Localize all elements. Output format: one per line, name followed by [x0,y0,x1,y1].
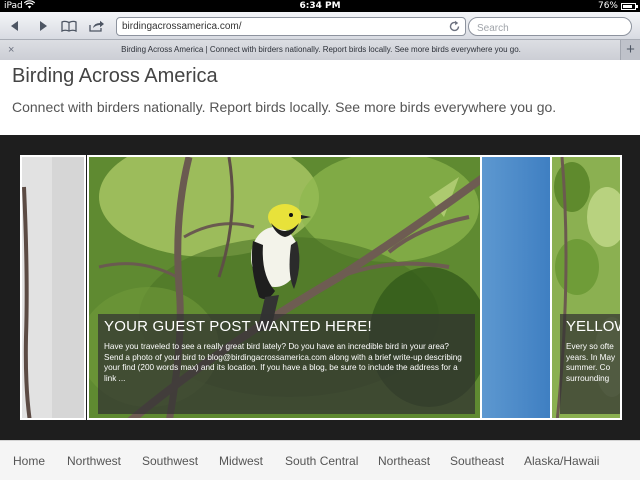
search-input[interactable] [477,20,617,37]
clock: 6:34 PM [299,1,341,11]
back-button[interactable] [6,17,24,35]
slide-caption[interactable]: YOUR GUEST POST WANTED HERE! Have you tr… [98,314,475,414]
slide-sky[interactable] [482,155,550,420]
forward-button[interactable] [34,17,52,35]
slide-title[interactable]: YOUR GUEST POST WANTED HERE! [104,318,372,335]
site-tagline: Connect with birders nationally. Report … [12,99,557,115]
nav-midwest[interactable]: Midwest [219,454,263,468]
slide-previous[interactable] [20,155,86,420]
nav-northwest[interactable]: Northwest [67,454,121,468]
nav-southeast[interactable]: Southeast [450,454,504,468]
nav-alaska-hawaii[interactable]: Alaska/Hawaii [524,454,599,468]
battery-percent: 76% [597,1,618,11]
site-title[interactable]: Birding Across America [12,65,218,88]
region-nav: Home Northwest Southwest Midwest South C… [0,440,640,480]
next-slide-caption[interactable]: YELLOW Every so ofte years. In May summe… [560,314,620,414]
slide-excerpt: Have you traveled to see a really great … [104,342,462,383]
address-bar[interactable]: birdingacrossamerica.com/ [116,17,466,36]
next-slide-title[interactable]: YELLOW [566,318,620,335]
share-button[interactable] [88,17,106,35]
close-tab-icon[interactable]: × [8,42,14,58]
featured-slider: YOUR GUEST POST WANTED HERE! Have you tr… [0,135,640,440]
new-tab-button[interactable]: + [620,40,640,60]
nav-southwest[interactable]: Southwest [142,454,198,468]
reload-icon[interactable] [448,20,461,33]
book-icon [61,20,77,32]
nav-northeast[interactable]: Northeast [378,454,430,468]
tab-active[interactable]: × Birding Across America | Connect with … [0,40,620,60]
tab-bar: × Birding Across America | Connect with … [0,40,640,60]
url-text: birdingacrossamerica.com/ [122,21,242,32]
search-field[interactable] [468,17,632,37]
back-arrow-icon [11,21,18,31]
battery-icon [621,3,638,10]
branch-image [22,157,84,418]
slide-next[interactable]: YELLOW Every so ofte years. In May summe… [550,155,622,420]
bookmarks-button[interactable] [60,17,78,35]
nav-south-central[interactable]: South Central [285,454,358,468]
next-slide-excerpt: Every so ofte years. In May summer. Co s… [566,342,616,383]
slide-current[interactable]: YOUR GUEST POST WANTED HERE! Have you tr… [87,155,482,420]
tab-title: Birding Across America | Connect with bi… [121,45,521,54]
nav-home[interactable]: Home [13,454,45,468]
web-page: Birding Across America Connect with bird… [0,61,640,480]
status-bar: iPad 6:34 PM 76% [0,0,640,12]
share-icon [89,20,104,32]
browser-toolbar: birdingacrossamerica.com/ [0,12,640,40]
forward-arrow-icon [40,21,47,31]
